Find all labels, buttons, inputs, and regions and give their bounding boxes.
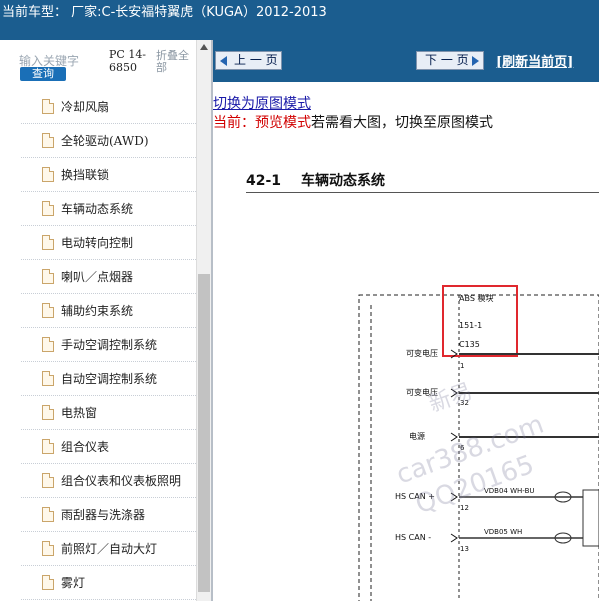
switch-original-mode-link[interactable]: 切换为原图模式 <box>213 93 311 113</box>
prev-page-button[interactable]: 上 一 页 <box>215 51 282 70</box>
splice-block <box>582 489 599 547</box>
page-heading: 42-1 车辆动态系统 <box>246 170 385 190</box>
document-icon <box>42 371 54 386</box>
arrow-right-icon <box>472 56 479 66</box>
tree-item-label: 换挡联锁 <box>61 168 110 182</box>
document-icon <box>42 235 54 250</box>
collapse-all-link[interactable]: 折叠全部 <box>156 50 196 74</box>
tree-item-label: 手动空调控制系统 <box>61 338 158 352</box>
document-icon <box>42 439 54 454</box>
wire-code: VDB05 WH <box>484 528 522 536</box>
pin-number: 13 <box>460 545 469 553</box>
page-navbar: 上 一 页 下 一 页 [刷新当前页] <box>213 40 599 82</box>
scrollbar-thumb[interactable] <box>198 274 210 592</box>
tree-item[interactable]: 雾灯 <box>21 566 196 600</box>
mode-current: 当前：预览模式 <box>213 115 311 131</box>
tree-item-label: 全轮驱动(AWD) <box>61 134 149 148</box>
title-bar: 当前车型： 厂家:C-长安福特翼虎（KUGA）2012-2013 <box>0 0 599 40</box>
document-icon <box>42 507 54 522</box>
pin-number: 1 <box>460 362 464 370</box>
section-tree: 冷却风扇 全轮驱动(AWD) 换挡联锁 车辆动态系统 电动转向控制 喇叭／点烟器… <box>21 90 196 600</box>
tree-item[interactable]: 自动空调控制系统 <box>21 362 196 396</box>
tree-item[interactable]: 前照灯／自动大灯 <box>21 532 196 566</box>
pin-row: 可变电压 1 <box>406 348 599 370</box>
pin-arrow-icon <box>450 533 458 543</box>
pin-label: HS CAN - <box>395 533 431 542</box>
document-icon <box>42 201 54 216</box>
tree-item[interactable]: 全轮驱动(AWD) <box>21 124 196 158</box>
document-icon <box>42 167 54 182</box>
tree-item-label: 组合仪表 <box>61 440 110 454</box>
document-icon <box>42 99 54 114</box>
module-name: ABS 模块 <box>459 293 493 303</box>
pin-label: 可变电压 <box>406 348 438 358</box>
sidebar: 输入关键字 查询 PC 14-6850 折叠全部 冷却风扇 全轮驱动(AWD) … <box>0 40 212 601</box>
tree-item-label: 车辆动态系统 <box>61 202 134 216</box>
document-icon <box>42 133 54 148</box>
tree-item[interactable]: 手动空调控制系统 <box>21 328 196 362</box>
tree-item[interactable]: 电热窗 <box>21 396 196 430</box>
tree-item-label: 喇叭／点烟器 <box>61 270 134 284</box>
pc-number: PC 14-6850 <box>109 48 147 74</box>
document-icon <box>42 575 54 590</box>
mode-status: 当前：预览模式若需看大图，切换至原图模式 <box>213 112 493 132</box>
pin-row: HS CAN - VDB05 WH 13 <box>395 528 599 553</box>
module-code: 151-1 <box>459 321 482 330</box>
document-icon <box>42 269 54 284</box>
page-title: 车辆动态系统 <box>301 173 386 189</box>
tree-item[interactable]: 冷却风扇 <box>21 90 196 124</box>
page-number: 42-1 <box>246 173 282 189</box>
arrow-left-icon <box>220 56 227 66</box>
tree-item-label: 冷却风扇 <box>61 100 110 114</box>
tree-item[interactable]: 辅助约束系统 <box>21 294 196 328</box>
tree-item-label: 组合仪表和仪表板照明 <box>61 474 182 488</box>
vehicle-title: 当前车型： 厂家:C-长安福特翼虎（KUGA）2012-2013 <box>2 5 327 20</box>
tree-item-label: 电动转向控制 <box>61 236 134 250</box>
sidebar-scrollbar[interactable] <box>196 40 212 601</box>
tree-item[interactable]: 车辆动态系统 <box>21 192 196 226</box>
scroll-up-arrow-icon[interactable] <box>200 44 208 50</box>
document-icon <box>42 405 54 420</box>
next-page-button[interactable]: 下 一 页 <box>416 51 484 70</box>
search-area: 输入关键字 查询 PC 14-6850 折叠全部 <box>0 40 196 88</box>
tree-item-label: 电热窗 <box>61 406 98 420</box>
tree-item-label: 自动空调控制系统 <box>61 372 158 386</box>
tree-item[interactable]: 组合仪表 <box>21 430 196 464</box>
tree-item[interactable]: 雨刮器与洗涤器 <box>21 498 196 532</box>
document-icon <box>42 337 54 352</box>
tree-item[interactable]: 换挡联锁 <box>21 158 196 192</box>
document-icon <box>42 303 54 318</box>
pin-label: 电源 <box>409 431 425 441</box>
content-pane: 上 一 页 下 一 页 [刷新当前页] 切换为原图模式 当前：预览模式若需看大图… <box>213 40 599 601</box>
next-page-label: 下 一 页 <box>425 53 469 67</box>
tree-item-label: 前照灯／自动大灯 <box>61 542 158 556</box>
connector-code: C135 <box>459 340 480 349</box>
refresh-page-link[interactable]: [刷新当前页] <box>496 51 573 70</box>
document-icon <box>42 473 54 488</box>
tree-item[interactable]: 电动转向控制 <box>21 226 196 260</box>
title-rule <box>246 192 599 193</box>
tree-item-label: 辅助约束系统 <box>61 304 134 318</box>
search-button[interactable]: 查询 <box>20 67 66 81</box>
prev-page-label: 上 一 页 <box>234 53 278 67</box>
document-icon <box>42 541 54 556</box>
tree-item-label: 雾灯 <box>61 576 86 590</box>
tree-item-label: 雨刮器与洗涤器 <box>61 508 146 522</box>
mode-hint: 若需看大图，切换至原图模式 <box>311 115 493 131</box>
tree-item[interactable]: 组合仪表和仪表板照明 <box>21 464 196 498</box>
tree-item[interactable]: 喇叭／点烟器 <box>21 260 196 294</box>
